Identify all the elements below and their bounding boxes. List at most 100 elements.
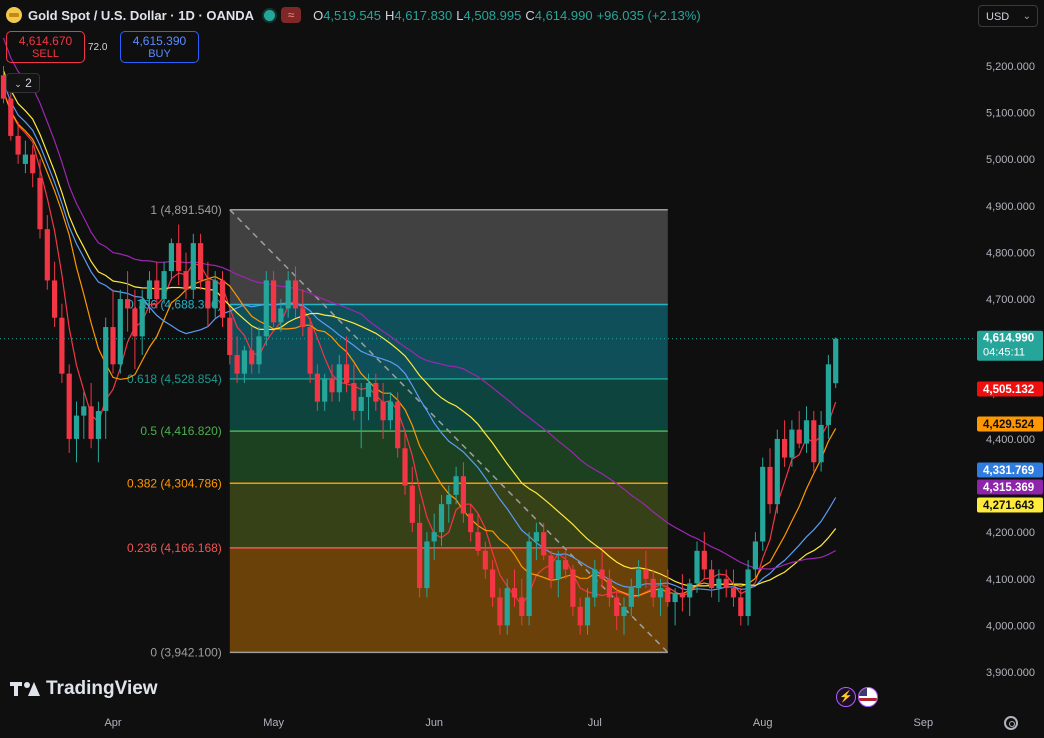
candle-body [519,597,525,617]
y-axis-label: 4,400.000 [986,434,1035,446]
open-value: 4,519.545 [323,7,382,23]
currency-select[interactable]: USD ⌄ [978,5,1038,27]
candle-body [198,243,204,281]
candle-body [256,336,262,365]
candle-body [584,597,591,626]
countdown-tag: 04:45:11 [983,347,1025,359]
fib-level-label-0.618: 0.618 (4,528.854) [127,372,222,386]
ma-price-tag-20: 4,331.769 [983,465,1034,477]
tradingview-logo-icon [10,681,40,697]
candle-body [37,177,43,230]
candle-body [132,308,138,337]
currency-value: USD [986,11,1010,23]
candle-body [657,588,664,598]
indicators-toggle[interactable]: ⌄ 2 [6,73,40,93]
y-axis-label: 4,800.000 [986,247,1035,259]
candle-body [351,382,357,411]
lightning-event-icon[interactable]: ⚡ [836,687,856,707]
candle-body [730,588,737,598]
market-status-icon[interactable] [262,7,278,23]
candle-body [760,466,766,542]
candle-body [212,280,218,309]
candle-body [446,494,452,505]
candle-body [833,338,839,384]
y-axis-label: 4,200.000 [986,527,1035,539]
candle-body [154,280,160,300]
candle-body [110,327,116,365]
candle-body [168,243,174,272]
symbol-header: Gold Spot / U.S. Dollar · 1D · OANDA ≈ O… [6,4,701,26]
ma-price-tag-10: 4,429.524 [983,419,1035,431]
candle-body [263,280,269,337]
buy-button[interactable]: 4,615.390 BUY [120,31,199,63]
settings-gear-icon[interactable] [1004,716,1018,730]
fib-level-label-0.382: 0.382 (4,304.786) [127,476,222,490]
candle-body [402,448,408,486]
candle-body [709,569,715,589]
candle-body [541,532,547,556]
last-price-tag: 4,614.990 [983,333,1034,345]
fib-level-label-1: 1 (4,891.540) [150,203,221,217]
fib-zone-0.618 [229,378,668,432]
candle-body [103,327,109,411]
sell-price: 4,614.670 [18,34,73,48]
candle-body [555,560,561,579]
candle-body [285,280,291,309]
candle-body [314,373,320,402]
wave-icon[interactable]: ≈ [281,7,302,23]
candle-body [511,588,518,598]
candle-body [358,396,364,411]
x-axis-label: Jun [425,717,443,729]
price-chart[interactable]: 1 (4,891.540)0.786 (4,688.360)0.618 (4,5… [0,0,1044,738]
candle-body [336,364,342,393]
candle-body [300,308,306,328]
x-axis-label: Aug [753,717,773,729]
candle-body [482,550,488,570]
y-axis-label: 5,000.000 [986,154,1035,166]
buy-label: BUY [148,48,171,60]
candle-body [643,569,649,579]
candle-body [687,583,693,598]
high-value: 4,617.830 [394,7,453,23]
candle-body [497,597,503,626]
candle-body [190,243,196,290]
candle-body [66,373,72,439]
fib-level-label-0.236: 0.236 (4,166.168) [127,541,222,555]
change-value: +96.035 (+2.13%) [596,7,701,23]
y-axis-label: 5,200.000 [986,61,1035,73]
candle-body [117,299,123,365]
candle-body [59,317,65,374]
us-flag-event-icon[interactable] [858,687,878,707]
candle-body [88,406,94,439]
candle-body [621,606,627,617]
candle-body [599,569,605,579]
tradingview-logo[interactable]: TradingView [10,678,158,700]
candle-body [803,420,810,444]
symbol-title[interactable]: Gold Spot / U.S. Dollar · 1D · OANDA [28,8,254,23]
sell-button[interactable]: 4,614.670 SELL [6,31,85,63]
candle-body [431,532,437,542]
candle-body [424,541,430,589]
candle-body [548,555,554,579]
candle-body [438,504,445,533]
candle-body [636,569,642,589]
candle-body [183,271,189,290]
candle-body [22,154,28,164]
fib-zone-0.5 [229,431,668,484]
candle-body [395,401,401,449]
ma-price-tag-30: 4,271.643 [983,500,1034,512]
candle-body [782,438,788,458]
candle-body [818,424,824,463]
close-value: 4,614.990 [534,7,593,23]
candle-body [533,532,539,542]
candle-body [380,401,386,421]
candle-body [504,588,510,626]
candle-body [30,154,36,174]
ma-price-tag-5: 4,505.132 [983,384,1034,396]
candle-body [44,229,50,281]
x-axis-label: Sep [914,717,934,729]
chevron-down-icon: ⌄ [1022,11,1031,22]
candle-body [176,243,182,272]
y-axis-label: 4,000.000 [986,620,1035,632]
sell-label: SELL [32,48,59,60]
